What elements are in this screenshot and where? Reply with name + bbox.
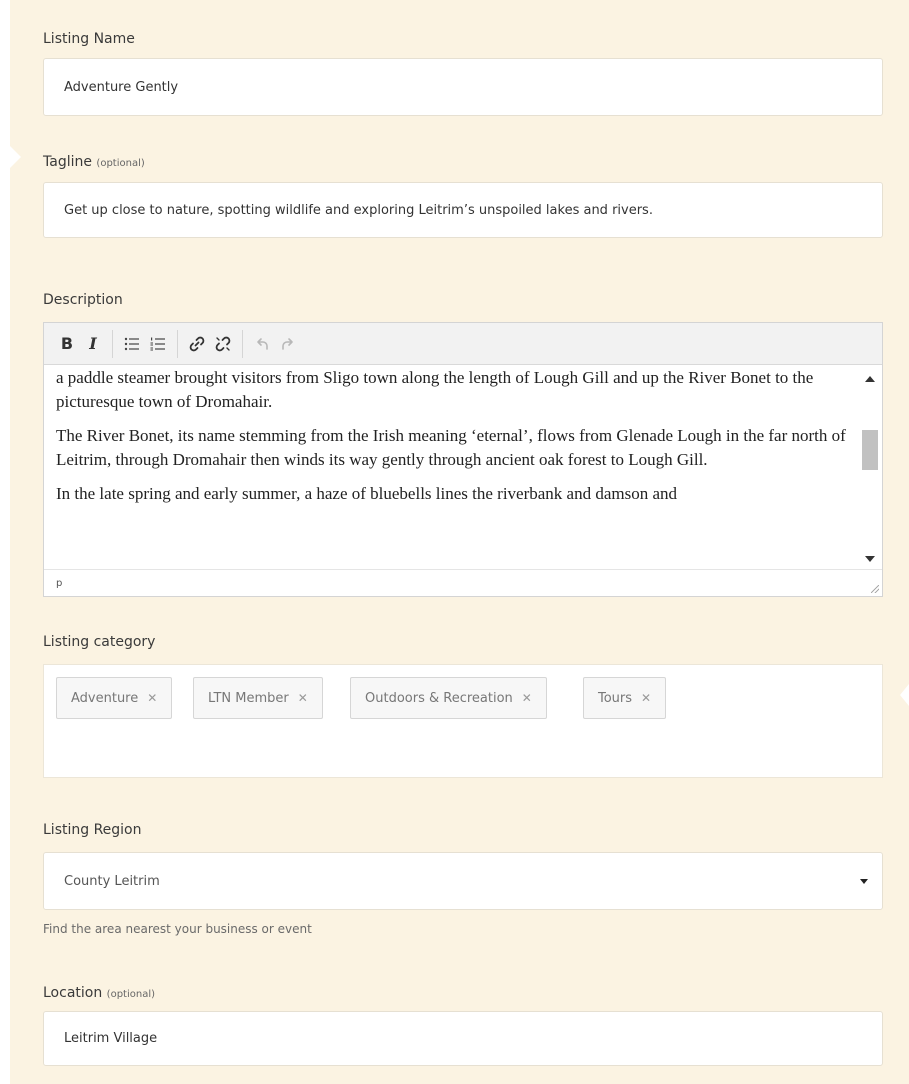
listing-region-value: County Leitrim <box>64 873 160 889</box>
tagline-optional-note: (optional) <box>96 158 145 169</box>
undo-button[interactable] <box>251 331 273 357</box>
category-tag: LTN Member ✕ <box>193 677 323 719</box>
category-tag: Adventure ✕ <box>56 677 173 719</box>
toolbar-separator <box>242 329 243 358</box>
listing-region-help: Find the area nearest your business or e… <box>43 922 312 936</box>
listing-category-field[interactable]: Adventure ✕ LTN Member ✕ Outdoors & Recr… <box>43 664 883 778</box>
location-input[interactable] <box>44 1012 882 1065</box>
editor-scrollbar[interactable] <box>857 366 882 570</box>
category-tag: Tours ✕ <box>583 677 667 719</box>
listing-region-label: Listing Region <box>43 822 142 838</box>
remove-tag-icon[interactable]: ✕ <box>298 691 308 705</box>
redo-button[interactable] <box>277 331 299 357</box>
bold-button[interactable]: B <box>56 331 78 357</box>
category-tag: Outdoors & Recreation ✕ <box>350 677 547 719</box>
link-button[interactable] <box>186 331 208 357</box>
numbered-list-button[interactable] <box>147 331 169 357</box>
remove-tag-icon[interactable]: ✕ <box>641 691 651 705</box>
chevron-down-icon <box>860 879 868 884</box>
scroll-down-arrow-icon[interactable] <box>865 556 875 562</box>
toolbar-separator <box>112 329 113 358</box>
panel-notch-right <box>900 684 909 706</box>
location-field[interactable] <box>43 1011 883 1066</box>
element-path: p <box>56 578 63 589</box>
description-paragraph: a paddle steamer brought visitors from S… <box>56 368 814 411</box>
undo-icon <box>257 337 268 350</box>
description-label: Description <box>43 292 123 308</box>
italic-button[interactable]: I <box>82 331 104 357</box>
tagline-field[interactable] <box>43 182 883 238</box>
tagline-input[interactable] <box>44 183 882 237</box>
listing-region-select[interactable]: County Leitrim <box>43 852 883 910</box>
location-label: Location (optional) <box>43 985 156 1001</box>
remove-tag-icon[interactable]: ✕ <box>147 691 157 705</box>
panel-notch-left <box>10 146 21 168</box>
description-editor[interactable]: B I a paddle steamer brought visitors fr… <box>43 322 883 597</box>
description-paragraph: The River Bonet, its name stemming from … <box>56 426 846 469</box>
redo-icon <box>282 337 293 350</box>
listing-category-label: Listing category <box>43 634 156 650</box>
listing-name-label: Listing Name <box>43 31 135 47</box>
scroll-up-arrow-icon[interactable] <box>865 376 875 382</box>
listing-name-field[interactable] <box>43 58 883 116</box>
bullet-list-button[interactable] <box>121 331 143 357</box>
link-icon <box>189 336 205 351</box>
description-paragraph: In the late spring and early summer, a h… <box>56 484 678 503</box>
toolbar-separator <box>177 329 178 358</box>
scrollbar-thumb[interactable] <box>862 430 878 470</box>
editor-toolbar: B I <box>44 323 882 365</box>
unlink-icon <box>215 336 231 351</box>
resize-handle-icon[interactable] <box>871 585 879 593</box>
editor-statusbar: p <box>44 569 882 596</box>
remove-tag-icon[interactable]: ✕ <box>522 691 532 705</box>
listing-name-input[interactable] <box>44 59 882 115</box>
numbered-list-icon <box>150 337 165 350</box>
tagline-label: Tagline (optional) <box>43 154 145 170</box>
location-optional-note: (optional) <box>106 989 156 1000</box>
bullet-list-icon <box>124 337 139 350</box>
editor-content[interactable]: a paddle steamer brought visitors from S… <box>56 366 846 570</box>
unlink-button[interactable] <box>212 331 234 357</box>
